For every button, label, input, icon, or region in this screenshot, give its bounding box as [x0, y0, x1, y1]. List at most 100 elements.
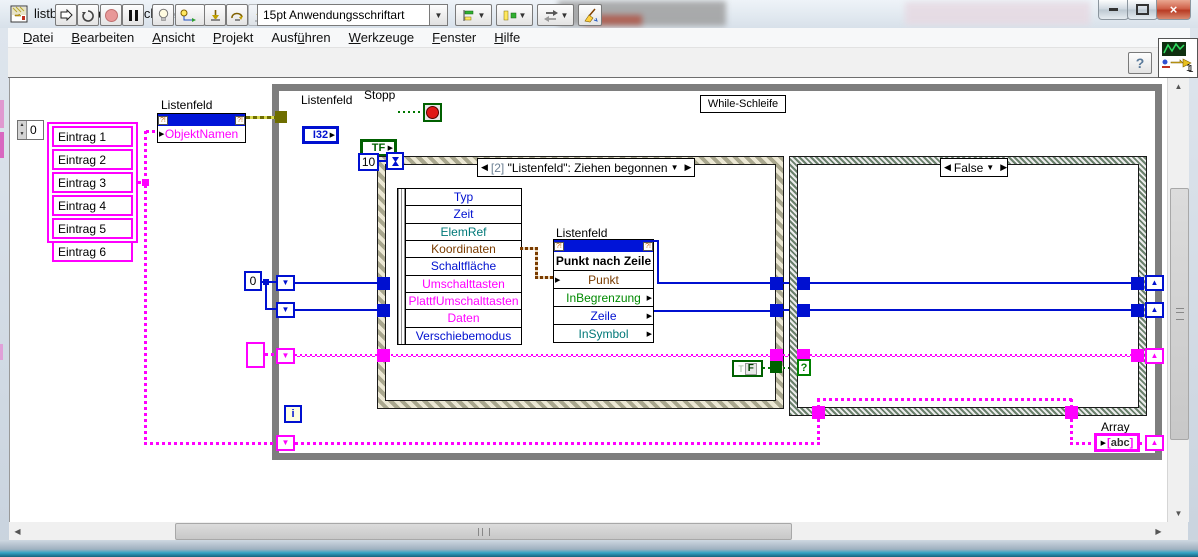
- vertical-scrollbar[interactable]: ▲ ▼: [1167, 78, 1189, 522]
- case-selector[interactable]: ◀ False ▼ ▶: [940, 158, 1008, 177]
- case-selector-terminal[interactable]: ?: [797, 359, 811, 376]
- menu-datei[interactable]: Datei: [14, 30, 62, 45]
- event-field-typ[interactable]: Typ: [406, 189, 521, 207]
- case-dropdown-icon[interactable]: ▼: [668, 163, 682, 172]
- prev-case-icon[interactable]: ◀: [941, 162, 954, 173]
- array-element-2[interactable]: Eintrag 2: [52, 149, 133, 170]
- cleanup-diagram-button[interactable]: [578, 4, 602, 26]
- tunnel[interactable]: [377, 304, 390, 317]
- numeric-constant-0[interactable]: 0: [244, 271, 262, 291]
- menu-fenster[interactable]: Fenster: [423, 30, 485, 45]
- array-element-4[interactable]: Eintrag 4: [52, 195, 133, 216]
- iteration-terminal[interactable]: i: [284, 405, 302, 423]
- menu-hilfe[interactable]: Hilfe: [485, 30, 529, 45]
- tunnel[interactable]: [770, 304, 783, 317]
- step-into-button[interactable]: [204, 4, 226, 26]
- invoke-param-insymbol[interactable]: InSymbol ▶: [554, 325, 653, 342]
- shift-register-left-2[interactable]: ▼: [276, 302, 295, 318]
- event-field-verschiebemodus[interactable]: Verschiebemodus: [406, 328, 521, 344]
- shift-register-right-4[interactable]: ▲: [1145, 435, 1164, 451]
- shift-register-left-4[interactable]: ▼: [276, 435, 295, 451]
- distribute-objects-dropdown[interactable]: ▼: [496, 4, 533, 26]
- array-index-selector[interactable]: ▲ ▼ 0: [17, 120, 44, 140]
- tunnel[interactable]: [1131, 304, 1144, 317]
- horizontal-scroll-thumb[interactable]: [175, 523, 792, 540]
- event-field-plattfumschalttasten[interactable]: PlattfUmschalttasten: [406, 293, 521, 311]
- event-field-daten[interactable]: Daten: [406, 310, 521, 328]
- timeout-constant[interactable]: 10: [358, 153, 379, 171]
- shift-register-left-3[interactable]: ▼: [276, 348, 295, 364]
- invoke-node[interactable]: ?!?! Punkt nach Zeile ▶ Punkt InBegrenzun…: [553, 239, 654, 343]
- event-field-umschalttasten[interactable]: Umschalttasten: [406, 276, 521, 293]
- listbox-terminal[interactable]: I32 ▶: [302, 126, 339, 144]
- false-boolean-constant[interactable]: T F: [732, 360, 763, 377]
- tunnel[interactable]: [770, 361, 782, 373]
- tunnel[interactable]: [377, 277, 390, 290]
- tunnel[interactable]: [1065, 406, 1078, 419]
- vertical-scroll-thumb[interactable]: [1170, 188, 1189, 440]
- scroll-up-icon[interactable]: ▲: [1168, 78, 1189, 95]
- highlight-execution-button[interactable]: [152, 4, 174, 26]
- next-case-icon[interactable]: ▶: [682, 162, 695, 173]
- array-element-1[interactable]: Eintrag 1: [52, 126, 133, 147]
- invoke-param-inbegrenzung[interactable]: InBegrenzung ▶: [554, 289, 653, 307]
- index-spinner-icon[interactable]: ▲ ▼: [18, 121, 27, 139]
- array-indicator-terminal[interactable]: ▶ [abc]: [1094, 433, 1140, 452]
- scroll-right-icon[interactable]: ▶: [1150, 522, 1167, 540]
- shift-register-left-1[interactable]: ▼: [276, 275, 295, 291]
- tunnel[interactable]: [797, 277, 810, 290]
- run-continuous-button[interactable]: [77, 4, 99, 26]
- menu-ausfuehren[interactable]: Ausführen: [262, 30, 339, 45]
- array-element-6[interactable]: Eintrag 6: [52, 241, 133, 262]
- string-array-constant[interactable]: Eintrag 1 Eintrag 2 Eintrag 3 Eintrag 4 …: [47, 122, 138, 262]
- case-structure[interactable]: [790, 157, 1146, 415]
- retain-wire-values-button[interactable]: [175, 4, 205, 26]
- error-tunnel[interactable]: [275, 111, 287, 123]
- tunnel[interactable]: [1131, 277, 1144, 290]
- shift-register-right-2[interactable]: ▲: [1145, 302, 1164, 318]
- align-objects-dropdown[interactable]: ▼: [455, 4, 492, 26]
- vi-icon-button[interactable]: 1 1: [1158, 38, 1198, 78]
- menu-ansicht[interactable]: Ansicht: [143, 30, 204, 45]
- event-field-koordinaten[interactable]: Koordinaten: [406, 241, 521, 259]
- menu-bearbeiten[interactable]: Bearbeiten: [62, 30, 143, 45]
- event-field-elemref[interactable]: ElemRef: [406, 224, 521, 241]
- step-over-button[interactable]: [226, 4, 248, 26]
- empty-string-array-constant[interactable]: [246, 342, 265, 368]
- next-case-icon[interactable]: ▶: [997, 162, 1010, 173]
- font-selector[interactable]: 15pt Anwendungsschriftart ▼: [257, 4, 448, 26]
- abort-button[interactable]: [100, 4, 122, 26]
- tunnel[interactable]: [797, 304, 810, 317]
- menu-werkzeuge[interactable]: Werkzeuge: [340, 30, 424, 45]
- property-node[interactable]: ?!?! ▶ ObjektNamen: [157, 113, 246, 143]
- case-dropdown-icon[interactable]: ▼: [983, 163, 997, 172]
- run-button[interactable]: [55, 4, 77, 26]
- array-element-5[interactable]: Eintrag 5: [52, 218, 133, 239]
- close-button[interactable]: ×: [1156, 0, 1191, 20]
- scroll-down-icon[interactable]: ▼: [1168, 505, 1189, 522]
- pause-button[interactable]: [122, 4, 144, 26]
- stop-button-constant[interactable]: [423, 103, 442, 122]
- invoke-param-punkt[interactable]: ▶ Punkt: [554, 271, 653, 289]
- context-help-button[interactable]: ?: [1128, 52, 1152, 74]
- array-element-3[interactable]: Eintrag 3: [52, 172, 133, 193]
- tunnel[interactable]: [377, 349, 390, 362]
- minimize-button[interactable]: [1098, 0, 1129, 20]
- menu-projekt[interactable]: Projekt: [204, 30, 262, 45]
- horizontal-scrollbar[interactable]: ◀ ▶: [9, 522, 1167, 540]
- timeout-terminal[interactable]: [386, 152, 404, 170]
- reorder-dropdown[interactable]: ▼: [537, 4, 574, 26]
- shift-register-right-3[interactable]: ▲: [1145, 348, 1164, 364]
- maximize-button[interactable]: [1127, 0, 1158, 20]
- event-selector[interactable]: ◀ [2] "Listenfeld": Ziehen begonnen ▼ ▶: [477, 158, 695, 177]
- tunnel[interactable]: [812, 406, 825, 419]
- shift-register-right-1[interactable]: ▲: [1145, 275, 1164, 291]
- invoke-method[interactable]: Punkt nach Zeile: [554, 252, 653, 271]
- event-data-node[interactable]: Typ Zeit ElemRef Koordinaten Schaltfläch…: [397, 188, 522, 345]
- invoke-param-zeile[interactable]: Zeile ▶: [554, 307, 653, 325]
- prev-case-icon[interactable]: ◀: [478, 162, 491, 173]
- tunnel[interactable]: [1131, 349, 1144, 362]
- scroll-left-icon[interactable]: ◀: [9, 522, 26, 540]
- event-field-schaltflaeche[interactable]: Schaltfläche: [406, 258, 521, 276]
- tunnel[interactable]: [770, 277, 783, 290]
